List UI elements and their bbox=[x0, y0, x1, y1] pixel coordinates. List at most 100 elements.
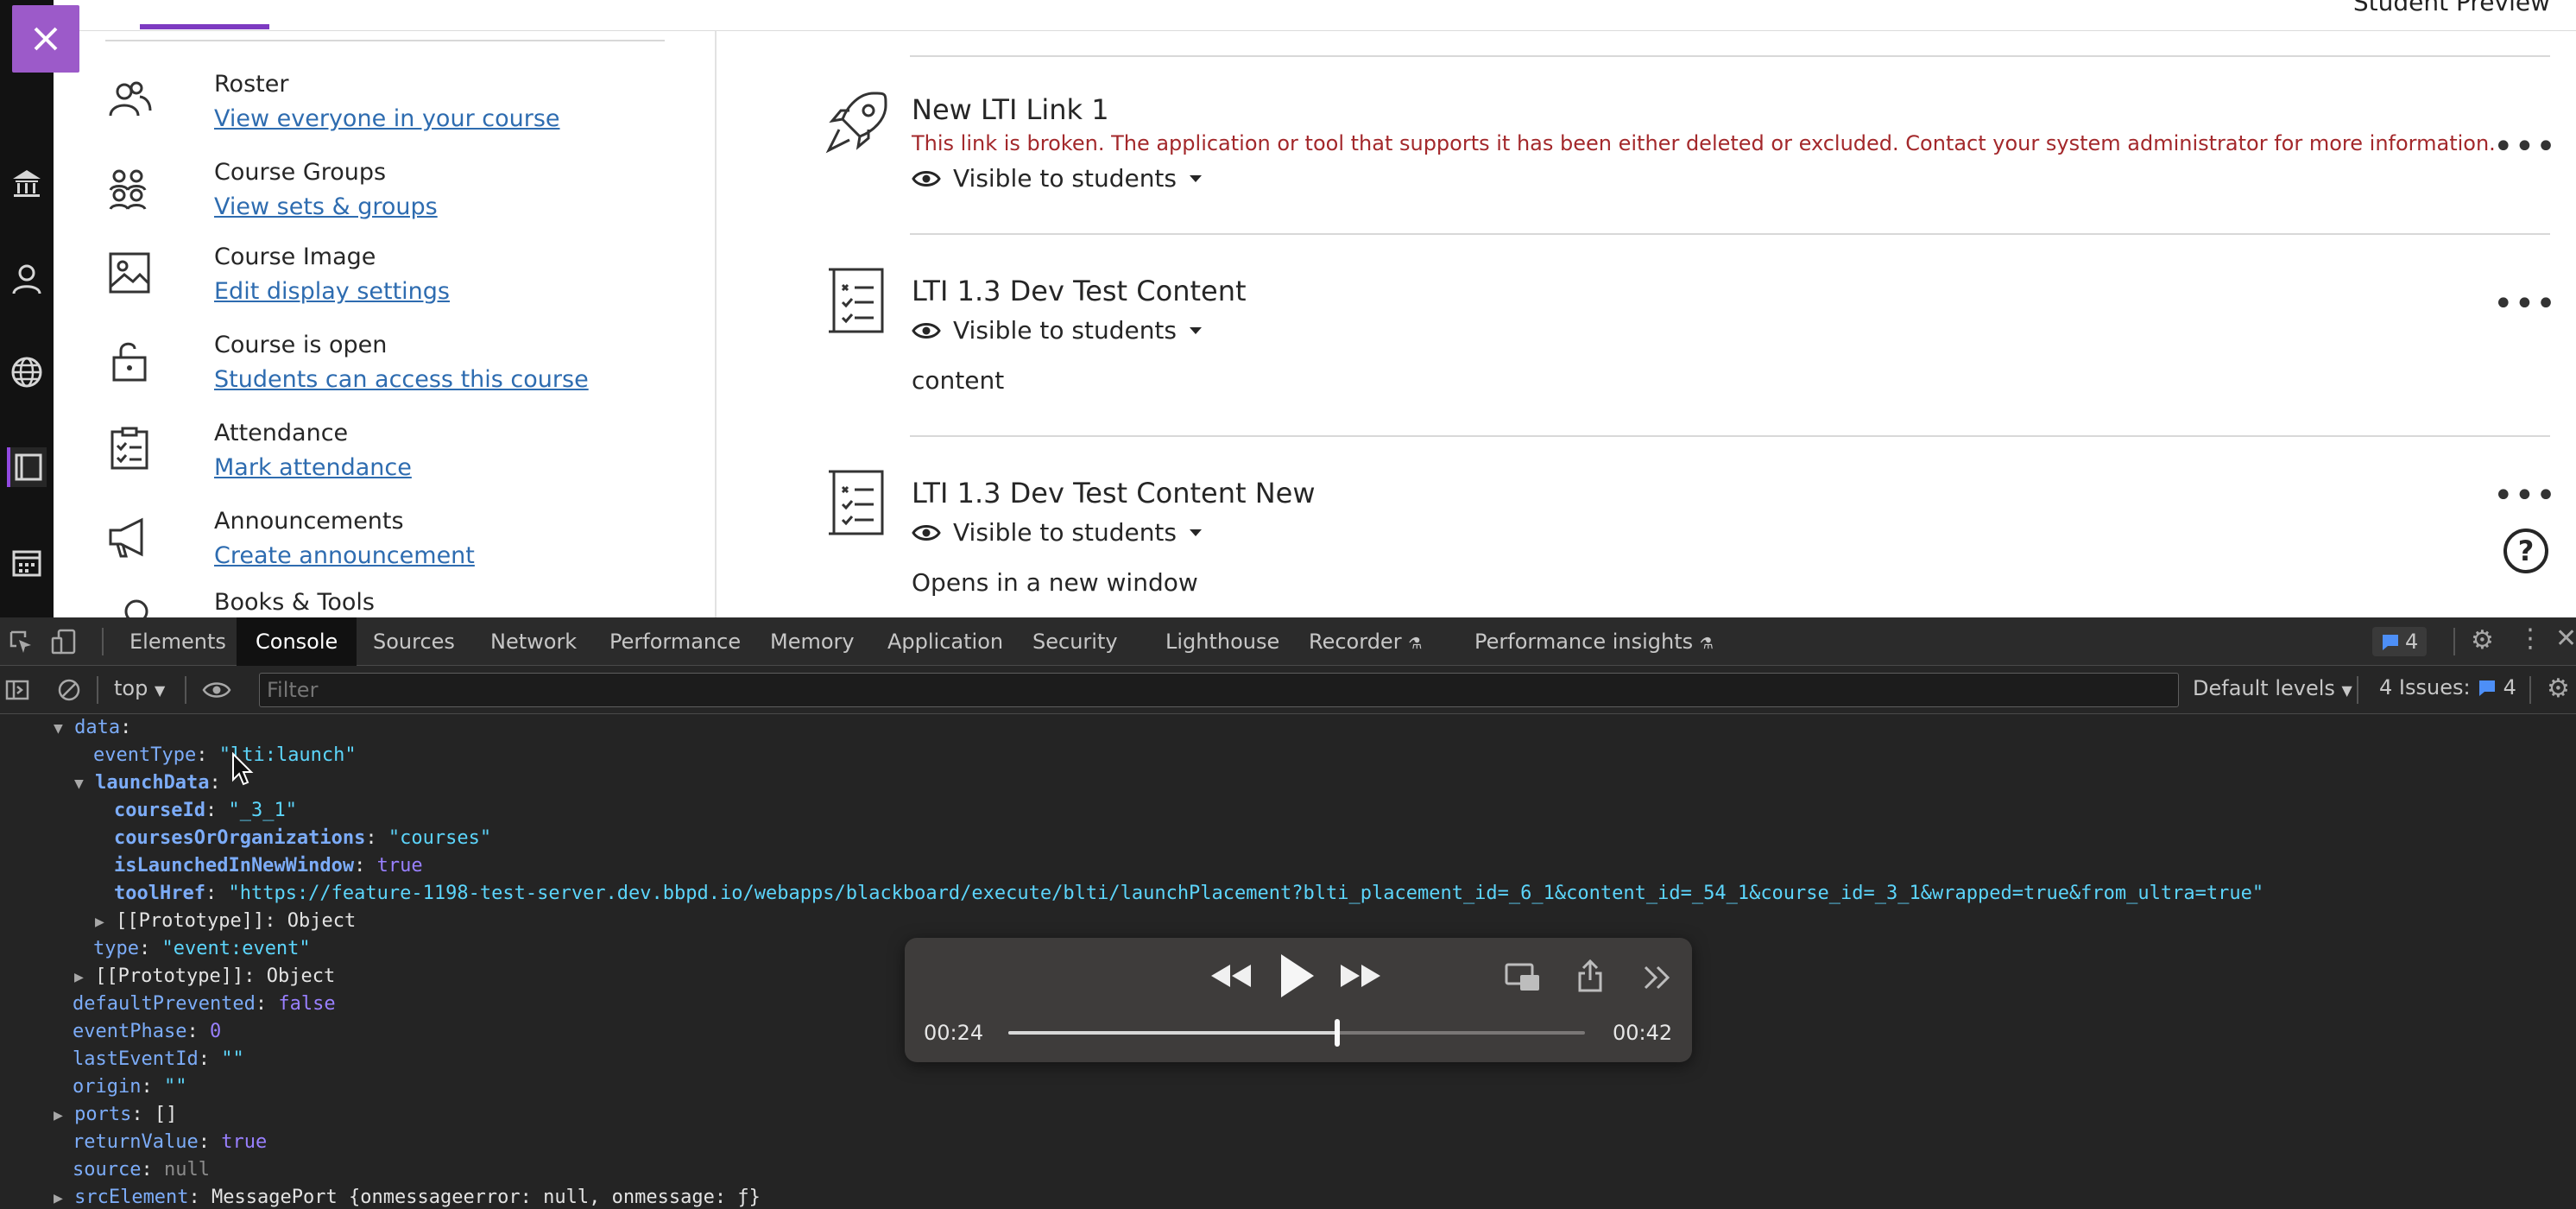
visibility-dropdown[interactable]: Visible to students bbox=[912, 164, 1203, 193]
console-line: courseId: "_3_1" bbox=[114, 800, 297, 821]
play-icon bbox=[1281, 954, 1314, 997]
console-line: defaultPrevented: false bbox=[73, 993, 336, 1015]
collapsed-triangle-icon: ▶ bbox=[74, 968, 84, 986]
console-line: isLaunchedInNewWindow: true bbox=[114, 855, 423, 877]
tab-performance-insights[interactable]: Performance insights ⚗ bbox=[1474, 617, 1714, 666]
roster-tool: Roster View everyone in your course bbox=[105, 71, 692, 149]
play-button[interactable] bbox=[1271, 950, 1323, 1002]
console-settings-gear-icon[interactable]: ⚙ bbox=[2547, 676, 2570, 702]
share-button[interactable] bbox=[1573, 957, 1607, 995]
books-tools-title[interactable]: Books & Tools bbox=[214, 589, 375, 616]
tab-network[interactable]: Network bbox=[490, 617, 577, 666]
details-actions-panel: Roster View everyone in your course Cour… bbox=[54, 31, 717, 617]
roster-link[interactable]: View everyone in your course bbox=[214, 105, 560, 132]
console-line[interactable]: ▼ launchData: bbox=[74, 769, 221, 798]
share-icon bbox=[1578, 959, 1602, 992]
visibility-dropdown[interactable]: Visible to students bbox=[912, 316, 1203, 345]
tab-memory[interactable]: Memory bbox=[770, 617, 855, 666]
context-selector[interactable]: top ▼ bbox=[114, 676, 165, 700]
console-line[interactable]: ▶ srcElement: MessagePort {onmessageerro… bbox=[54, 1184, 761, 1209]
close-devtools-icon[interactable]: ✕ bbox=[2555, 626, 2576, 652]
attendance-link[interactable]: Mark attendance bbox=[214, 454, 412, 481]
announcements-link[interactable]: Create announcement bbox=[214, 542, 475, 569]
console-line[interactable]: ▶ [[Prototype]]: Object bbox=[95, 908, 356, 936]
console-line[interactable]: toolHref: "https://feature-1198-test-ser… bbox=[114, 880, 2263, 908]
course-content-list: New LTI Link 1 This link is broken. The … bbox=[718, 31, 2576, 617]
scrub-handle[interactable] bbox=[1334, 1019, 1340, 1047]
assignment-icon bbox=[829, 470, 884, 535]
scrub-bar[interactable] bbox=[1008, 1019, 1585, 1047]
log-levels-dropdown[interactable]: Default levels ▼ bbox=[2193, 676, 2352, 700]
courses-icon[interactable] bbox=[7, 447, 47, 487]
profile-icon[interactable] bbox=[7, 259, 47, 299]
console-line[interactable]: ▼ data: bbox=[54, 714, 131, 743]
help-button[interactable]: ? bbox=[2503, 529, 2548, 573]
clear-console-icon[interactable] bbox=[57, 678, 81, 702]
console-line: coursesOrOrganizations: "courses" bbox=[114, 827, 492, 849]
tab-lighthouse[interactable]: Lighthouse bbox=[1165, 617, 1279, 666]
console-line: eventType: "lti:launch" bbox=[93, 744, 357, 766]
tab-performance[interactable]: Performance bbox=[609, 617, 741, 666]
issues-button[interactable]: 4 Issues: 4 bbox=[2379, 675, 2516, 699]
devtools-panel: Elements Console Sources Network Perform… bbox=[0, 617, 2576, 1209]
scrub-bar-progress bbox=[1008, 1031, 1337, 1035]
content-title[interactable]: LTI 1.3 Dev Test Content bbox=[912, 275, 1247, 307]
eye-icon bbox=[912, 170, 941, 187]
console-toolbar: top ▼ Default levels ▼ 4 Issues: 4 ⚙ bbox=[0, 666, 2576, 714]
close-icon bbox=[34, 27, 58, 51]
rocket-icon bbox=[825, 92, 887, 154]
picture-in-picture-button[interactable] bbox=[1504, 960, 1542, 995]
console-line[interactable]: ▶ [[Prototype]]: Object bbox=[74, 963, 335, 991]
tab-security[interactable]: Security bbox=[1032, 617, 1118, 666]
tab-console[interactable]: Console bbox=[237, 617, 357, 666]
content-title[interactable]: LTI 1.3 Dev Test Content New bbox=[912, 477, 1316, 510]
course-image-tool: Course Image Edit display settings bbox=[105, 244, 692, 321]
divider bbox=[102, 628, 104, 655]
tab-elements[interactable]: Elements bbox=[129, 617, 226, 666]
globe-icon[interactable] bbox=[7, 352, 47, 392]
course-open-link[interactable]: Students can access this course bbox=[214, 366, 589, 393]
mouse-cursor-icon bbox=[232, 752, 254, 786]
institution-icon[interactable] bbox=[7, 164, 47, 204]
announcements-tool: Announcements Create announcement bbox=[105, 508, 692, 586]
more-options-button[interactable]: ••• bbox=[2493, 287, 2557, 321]
inspect-element-icon[interactable] bbox=[9, 630, 33, 654]
context-label: top bbox=[114, 676, 148, 700]
broken-link-error: This link is broken. The application or … bbox=[912, 131, 2496, 155]
more-controls-button[interactable] bbox=[1640, 960, 1675, 995]
course-groups-link[interactable]: View sets & groups bbox=[214, 193, 438, 220]
roster-title: Roster bbox=[214, 71, 289, 98]
collapsed-triangle-icon: ▶ bbox=[54, 1106, 63, 1124]
student-preview-label[interactable]: Student Preview bbox=[2353, 0, 2550, 16]
console-line: lastEventId: "" bbox=[73, 1048, 244, 1070]
fast-forward-button[interactable] bbox=[1336, 959, 1385, 993]
message-icon bbox=[2383, 635, 2398, 650]
message-icon bbox=[2478, 680, 2495, 696]
divider bbox=[910, 435, 2550, 437]
live-expression-eye-icon[interactable] bbox=[202, 680, 231, 700]
flask-icon: ⚗ bbox=[1408, 635, 1423, 653]
visibility-dropdown[interactable]: Visible to students bbox=[912, 518, 1203, 547]
rewind-icon bbox=[1211, 965, 1251, 987]
more-options-button[interactable]: ••• bbox=[2493, 478, 2557, 513]
tab-recorder[interactable]: Recorder ⚗ bbox=[1309, 617, 1422, 666]
more-options-button[interactable]: ••• bbox=[2493, 130, 2557, 164]
messages-badge[interactable]: 4 bbox=[2372, 627, 2428, 656]
issues-count: 4 bbox=[2503, 675, 2516, 699]
console-line[interactable]: ▶ ports: [] bbox=[54, 1101, 177, 1130]
settings-gear-icon[interactable]: ⚙ bbox=[2471, 628, 2494, 654]
divider bbox=[2529, 676, 2531, 704]
more-vertical-icon[interactable]: ⋮ bbox=[2517, 626, 2543, 652]
console-filter-input[interactable] bbox=[259, 673, 2179, 707]
course-image-link[interactable]: Edit display settings bbox=[214, 278, 450, 305]
sidebar-toggle-icon[interactable] bbox=[5, 680, 29, 700]
calendar-icon[interactable] bbox=[7, 542, 47, 582]
tab-application[interactable]: Application bbox=[887, 617, 1003, 666]
device-toolbar-icon[interactable] bbox=[50, 628, 78, 655]
close-course-button[interactable] bbox=[12, 5, 79, 73]
wrench-icon bbox=[124, 599, 148, 617]
rewind-button[interactable] bbox=[1207, 959, 1255, 993]
content-title[interactable]: New LTI Link 1 bbox=[912, 93, 1109, 126]
tab-sources[interactable]: Sources bbox=[373, 617, 455, 666]
course-image-title: Course Image bbox=[214, 244, 376, 270]
